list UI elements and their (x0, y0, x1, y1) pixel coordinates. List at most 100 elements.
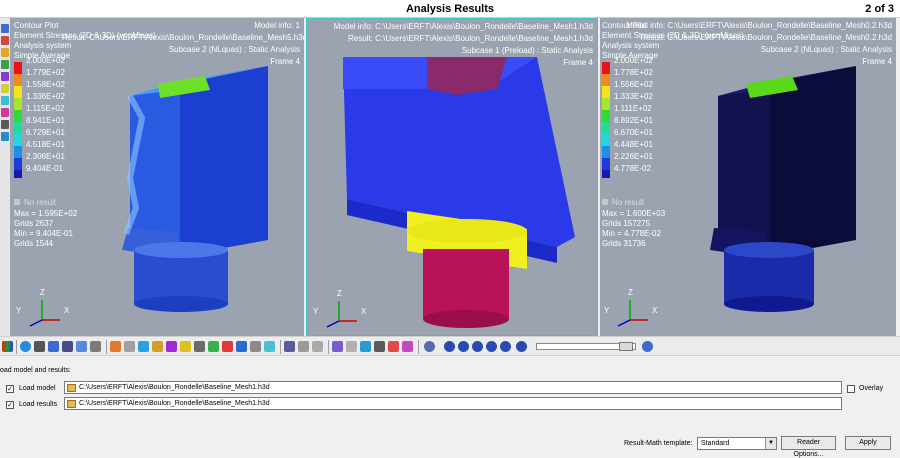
previous-frame-icon[interactable] (458, 341, 469, 352)
tracking-icon[interactable] (222, 341, 233, 352)
analysis-system-1: Analysis system (14, 41, 72, 50)
toolbar-separator (280, 340, 281, 354)
section-tool-icon[interactable] (1, 108, 9, 117)
toolbar-separator (16, 340, 17, 354)
mesh-icon[interactable] (34, 341, 45, 352)
draw-icon[interactable] (374, 341, 385, 352)
next-frame-icon[interactable] (486, 341, 497, 352)
query-icon[interactable] (208, 341, 219, 352)
mirror-icon[interactable] (90, 341, 101, 352)
contour-tool-icon[interactable] (1, 24, 9, 33)
toolbar-separator (328, 340, 329, 354)
vector-tool-icon[interactable] (1, 48, 9, 57)
magnify-icon[interactable] (298, 341, 309, 352)
result-file-1: Result: C:\Users\ERFT\Alexis\Boulon_Rond… (62, 33, 304, 42)
result-math-template-select[interactable]: Standard ▼ (697, 437, 777, 450)
deformed-tool-icon[interactable] (1, 36, 9, 45)
tensor-icon[interactable] (152, 341, 163, 352)
animation-settings-icon[interactable] (642, 341, 653, 352)
viewport-3[interactable]: Contour Plot Element Stresses (2D & 3D) … (600, 18, 896, 336)
measure-icon[interactable] (194, 341, 205, 352)
load-model-label: Load model (19, 385, 56, 392)
axis-y-1: Y (16, 306, 22, 315)
no-result-label-3: No result (612, 198, 645, 207)
grid-icon[interactable] (124, 341, 135, 352)
reader-options-button[interactable]: Reader Options... (781, 436, 836, 458)
end-frame-icon[interactable] (516, 341, 527, 352)
stat-max-1: Max = 1.595E+02 (14, 209, 78, 218)
box-icon[interactable] (62, 341, 73, 352)
legend-value: 2.226E+01 (614, 152, 653, 161)
pen-icon[interactable] (402, 341, 413, 352)
subcase-3: Subcase 2 (NLquas) : Static Analysis (760, 45, 892, 54)
annotation-tool-icon[interactable] (1, 132, 9, 141)
chat-icon[interactable] (346, 341, 357, 352)
animation-mode-icon[interactable] (424, 341, 435, 352)
last-frame-icon[interactable] (500, 341, 511, 352)
annotation-icon[interactable] (332, 341, 343, 352)
chevron-down-icon[interactable]: ▼ (765, 438, 776, 449)
stat-grids-min-1: Grids 1544 (14, 239, 54, 248)
result-file-3: Result: C:\Users\ERFT\Alexis\Boulon_Rond… (640, 33, 892, 42)
folder-icon[interactable] (67, 400, 76, 408)
model-info-1: Model info: 1 (254, 21, 300, 30)
load-model-checkbox[interactable]: ✓ (6, 385, 14, 393)
shaded-icon[interactable] (48, 341, 59, 352)
frame-1: Frame 4 (270, 57, 300, 66)
window-title-bar: Analysis Results 2 of 3 (0, 0, 900, 18)
folder-icon[interactable] (67, 384, 76, 392)
query-tool-icon[interactable] (1, 84, 9, 93)
section-cut-icon[interactable] (76, 341, 87, 352)
zoom-icon[interactable] (312, 341, 323, 352)
legend-value: 4.518E+01 (26, 140, 65, 149)
axis-y-2: Y (313, 307, 319, 316)
model-info-2: Model info: C:\Users\ERFT\Alexis\Boulon_… (333, 22, 593, 31)
measure-tool-icon[interactable] (1, 96, 9, 105)
chart-icon[interactable] (388, 341, 399, 352)
legend-value: 1.111E+02 (614, 104, 652, 113)
load-model-field[interactable]: C:\Users\ERFT\Alexis\Boulon_Rondelle\Bas… (64, 381, 842, 394)
toolbar-separator (418, 340, 419, 354)
contour-icon[interactable] (110, 341, 121, 352)
first-frame-icon[interactable] (444, 341, 455, 352)
notes-tool-icon[interactable] (1, 120, 9, 129)
colorbar-icon[interactable] (2, 341, 13, 352)
model-render-1 (29, 66, 268, 327)
notes-icon[interactable] (236, 341, 247, 352)
play-icon[interactable] (472, 341, 483, 352)
legend-value: 1.779E+02 (26, 68, 65, 77)
stat-grids-min-3: Grids 31736 (602, 239, 646, 248)
dimension-icon[interactable] (360, 341, 371, 352)
apply-button[interactable]: Apply (845, 436, 891, 450)
legend-value: 1.558E+02 (26, 80, 65, 89)
flip-icon[interactable] (264, 341, 275, 352)
deform-icon[interactable] (166, 341, 177, 352)
legend-value: 6.729E+01 (26, 128, 65, 137)
tensor-tool-icon[interactable] (1, 60, 9, 69)
toolbar-separator (106, 340, 107, 354)
stat-grids-max-1: Grids 2637 (14, 219, 54, 228)
slider-handle[interactable] (619, 342, 633, 351)
iso-tool-icon[interactable] (1, 72, 9, 81)
load-results-checkbox[interactable]: ✓ (6, 401, 14, 409)
overlay-checkbox[interactable] (847, 385, 855, 393)
legend-value: 1.778E+02 (614, 68, 653, 77)
frame-2: Frame 4 (563, 58, 593, 67)
viewport-1[interactable]: Contour Plot Element Stresses (2D & 3D) … (10, 18, 304, 336)
axis-z-2: Z (337, 289, 342, 298)
legend-value: 6.670E+01 (614, 128, 653, 137)
analysis-system-3: Analysis system (602, 41, 660, 50)
axis-z-3: Z (628, 288, 633, 297)
legend-value: 9.404E-01 (26, 164, 63, 173)
legend-value: 1.333E+02 (614, 92, 653, 101)
pick-icon[interactable] (284, 341, 295, 352)
display-icon[interactable] (20, 341, 31, 352)
animation-slider[interactable] (536, 342, 636, 351)
iso-icon[interactable] (180, 341, 191, 352)
load-results-field[interactable]: C:\Users\ERFT\Alexis\Boulon_Rondelle\Bas… (64, 397, 842, 410)
vector-icon[interactable] (138, 341, 149, 352)
legend-value: 8.892E+01 (614, 116, 653, 125)
viewport-2[interactable]: Model info: C:\Users\ERFT\Alexis\Boulon_… (306, 18, 598, 336)
plot-title-1: Contour Plot (14, 21, 59, 30)
clip-icon[interactable] (250, 341, 261, 352)
